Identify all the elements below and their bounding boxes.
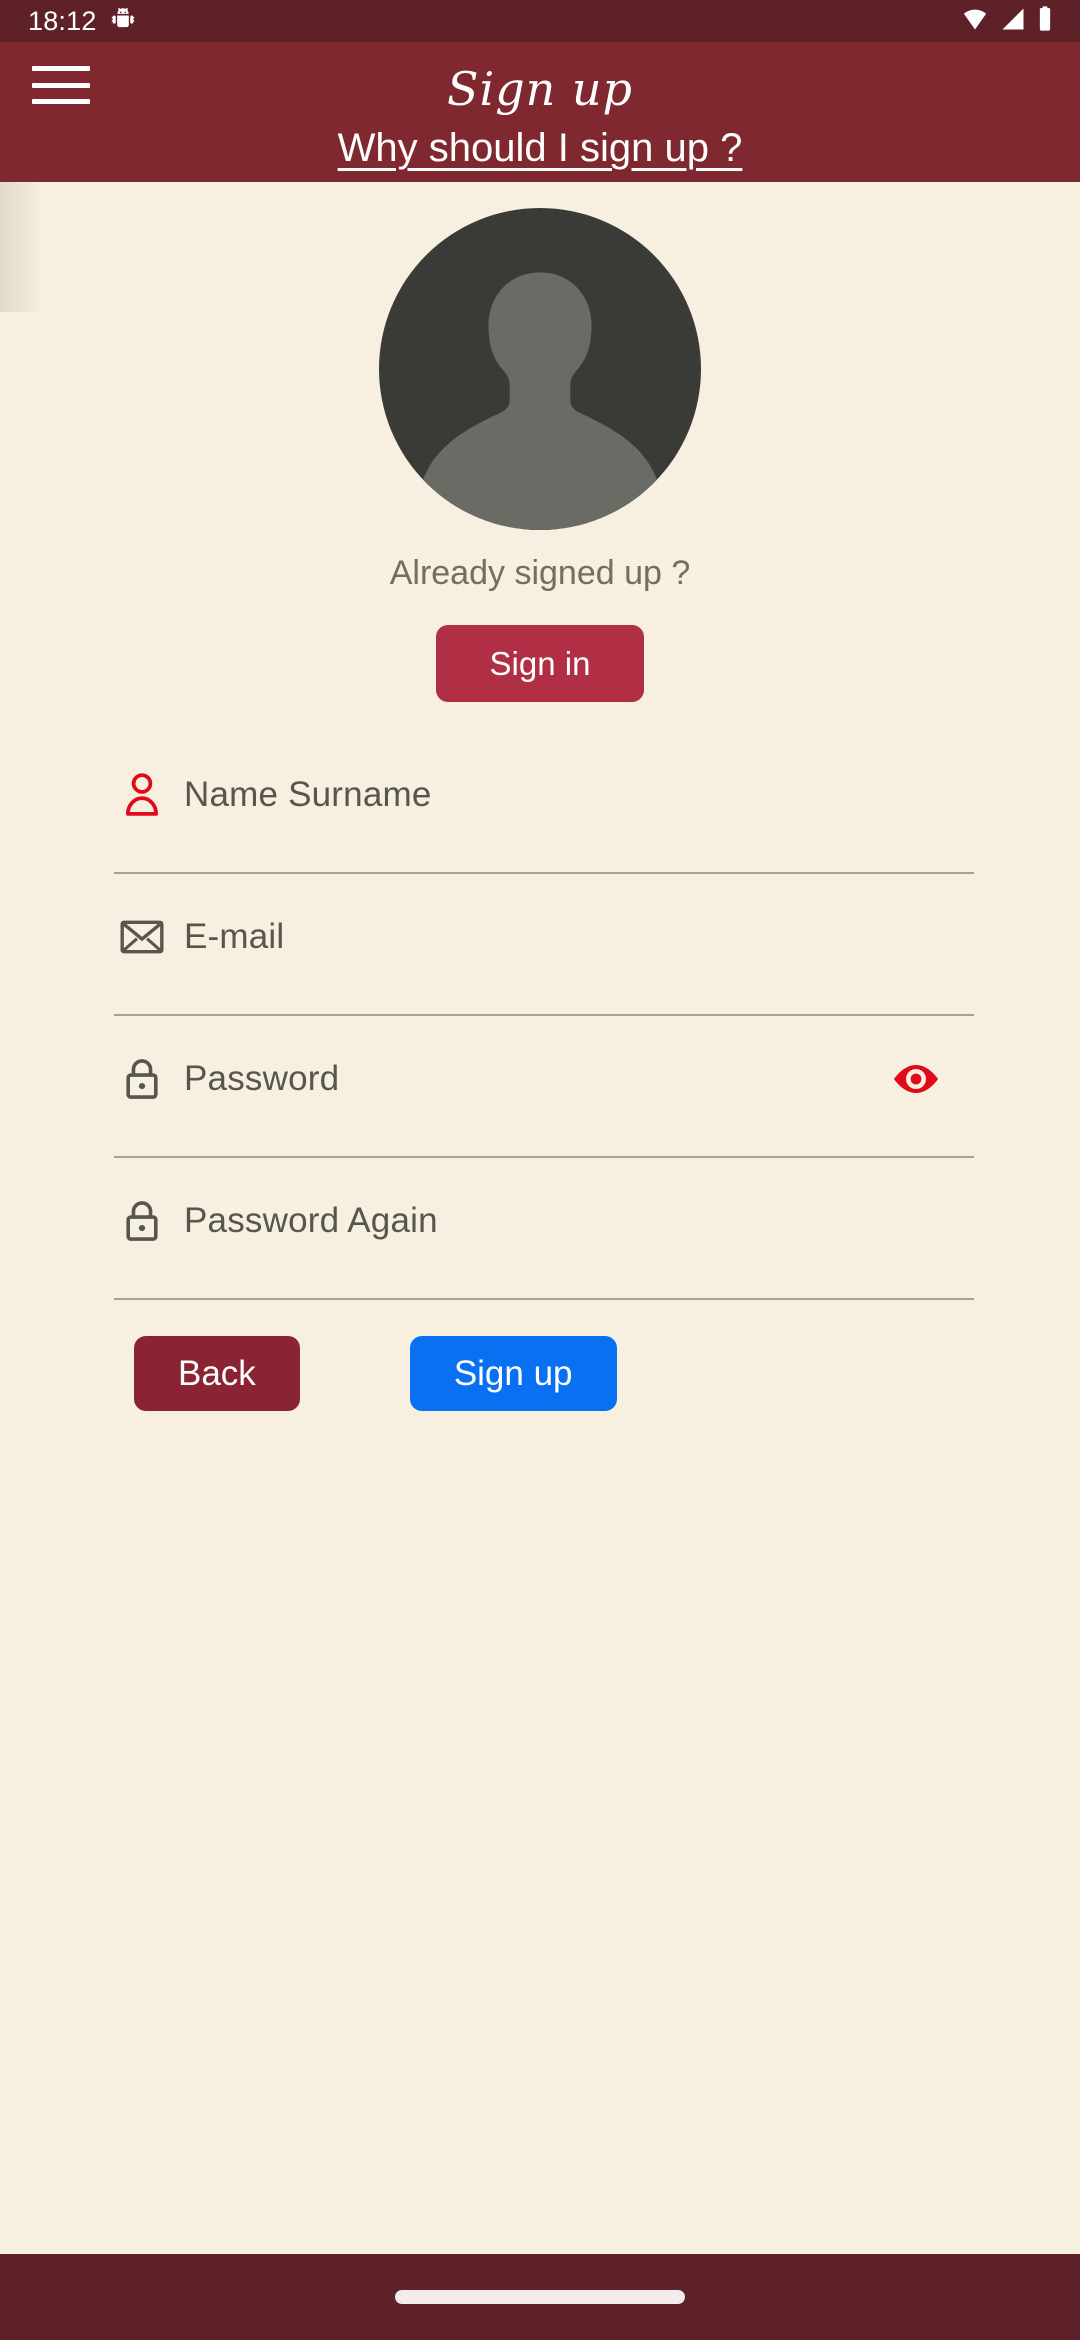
field-spacer (106, 1168, 974, 1184)
back-button[interactable]: Back (134, 1336, 300, 1411)
password-input[interactable]: Password (184, 1059, 884, 1099)
home-gesture-pill[interactable] (395, 2290, 685, 2304)
field-spacer (106, 1026, 974, 1042)
field-email-underline (114, 1014, 974, 1016)
lock-icon (114, 1056, 170, 1102)
system-navigation-bar (0, 2254, 1080, 2340)
android-debug-icon (109, 5, 137, 38)
field-email: E-mail (106, 900, 974, 1026)
envelope-icon (114, 920, 170, 954)
lock-icon (114, 1198, 170, 1244)
password-again-input[interactable]: Password Again (184, 1201, 974, 1241)
hamburger-line-top (32, 66, 90, 71)
field-password-again-underline (114, 1298, 974, 1300)
app-bar-row: Sign up (0, 42, 1080, 128)
hamburger-line-bottom (32, 99, 90, 104)
field-password-again: Password Again (106, 1184, 974, 1310)
field-password-row[interactable]: Password (106, 1042, 974, 1116)
app-bar: Sign up Why should I sign up ? (0, 42, 1080, 182)
form-actions: Back Sign up (106, 1336, 974, 1411)
field-name-surname: Name Surname (106, 758, 974, 884)
status-bar-right (960, 5, 1054, 38)
avatar-container (0, 182, 1080, 530)
field-name-surname-underline (114, 872, 974, 874)
signup-form: Name Surname E-mail Password Password Ag… (106, 758, 974, 1310)
subtitle-link-container: Why should I sign up ? (0, 126, 1080, 171)
name-surname-input[interactable]: Name Surname (184, 775, 974, 815)
sign-in-button-container: Sign in (0, 625, 1080, 702)
eye-visibility-icon[interactable] (884, 1051, 948, 1107)
field-email-row[interactable]: E-mail (106, 900, 974, 974)
why-should-i-sign-up-link[interactable]: Why should I sign up ? (338, 126, 743, 171)
status-bar: 18:12 (0, 0, 1080, 42)
sign-in-button[interactable]: Sign in (435, 625, 645, 702)
email-input[interactable]: E-mail (184, 917, 974, 957)
person-icon (114, 772, 170, 818)
field-spacer (106, 884, 974, 900)
status-bar-left: 18:12 (28, 5, 137, 38)
main-content: Already signed up ? Sign in Name Surname (0, 182, 1080, 2254)
field-password-underline (114, 1156, 974, 1158)
field-name-surname-row[interactable]: Name Surname (106, 758, 974, 832)
status-bar-clock: 18:12 (28, 5, 97, 36)
avatar-silhouette-icon (417, 272, 663, 530)
field-password-again-row[interactable]: Password Again (106, 1184, 974, 1258)
wifi-icon (960, 5, 990, 38)
battery-icon (1036, 5, 1054, 38)
page-title: Sign up (447, 62, 633, 116)
sign-up-button[interactable]: Sign up (409, 1336, 617, 1411)
already-signed-up-label: Already signed up ? (389, 554, 691, 592)
hamburger-menu-icon[interactable] (32, 63, 90, 107)
default-person-avatar[interactable] (379, 208, 701, 530)
cellular-signal-icon (999, 5, 1027, 38)
field-password: Password (106, 1042, 974, 1168)
hamburger-line-middle (32, 82, 90, 88)
